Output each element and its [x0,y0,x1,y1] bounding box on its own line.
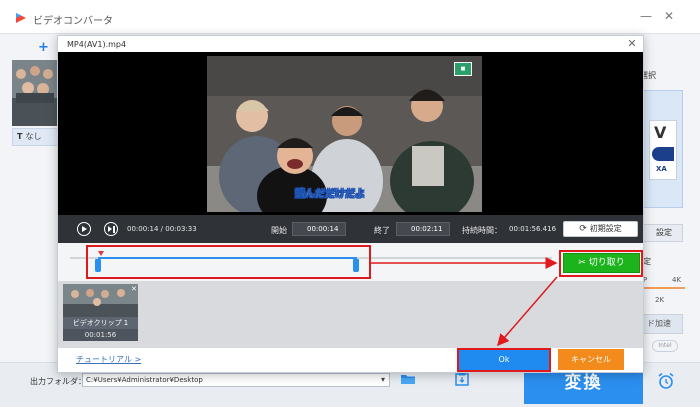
clips-area [58,281,643,348]
output-folder-label: 出力フォルダ： [30,377,86,386]
ok-highlight-box [457,348,551,372]
format-badge: V [654,123,667,142]
format-icon[interactable]: V XA [649,120,677,180]
open-folder-icon[interactable] [400,372,416,386]
reset-label: 初期設定 [589,224,622,233]
settings-label: 設定 [656,228,672,237]
cancel-button[interactable]: キャンセル [558,349,624,370]
remove-clip-icon[interactable]: ✕ [131,285,137,293]
duration-label: 持続時間： [462,226,502,235]
start-label: 開始 [271,226,287,235]
video-subtitle-overlay: 読んだだけだよ [295,189,365,200]
reset-button[interactable]: ⟳ 初期設定 [563,221,638,237]
duration-value: 00:01:56.416 [509,225,557,233]
bluray-disc-icon [652,147,674,161]
play-icon[interactable] [77,222,91,236]
end-time-input[interactable]: 00:02:11 [396,222,450,236]
chevron-down-icon[interactable]: ▾ [378,374,388,386]
minimize-icon[interactable]: — [639,9,653,23]
channel-logo: ■ [454,62,472,76]
time-readout: 00:00:14 / 00:03:33 [127,225,197,233]
cut-highlight-box [559,250,643,277]
gpu-chip[interactable]: Intel [652,340,678,352]
close-window-icon[interactable]: ✕ [662,9,676,23]
format-sub-label: XA [656,165,667,173]
alarm-clock-icon[interactable] [657,372,675,390]
quality-high-label: 4K [672,276,682,284]
output-folder-input[interactable]: C:¥Users¥Administrator¥Desktop [82,373,390,387]
settings-button[interactable]: 設定 [643,224,683,242]
close-icon[interactable]: ✕ [626,38,638,50]
hardware-accel-button[interactable]: ド加速 [643,314,683,334]
dialog-footer [58,348,643,372]
start-time-input[interactable]: 00:00:14 [292,222,346,236]
total-time: 00:03:33 [165,225,197,233]
app-logo-icon [16,13,26,23]
tutorial-link[interactable]: チュートリアル > [76,354,141,365]
subtitle-select[interactable]: T なし [12,128,58,146]
quality-value: 2K [655,296,665,304]
accel-label: ド加速 [647,319,671,328]
text-icon: T [17,132,23,141]
clip-thumbnail[interactable] [63,284,138,317]
quality-slider[interactable] [643,287,685,289]
app-title: ビデオコンバータ [33,16,113,27]
clip-name: ビデオクリップ 1 [63,317,138,329]
file-thumbnail[interactable] [12,60,58,126]
folder-export-icon[interactable] [455,372,469,386]
timeline-highlight-box [86,245,371,279]
current-time: 00:00:14 [127,225,159,233]
refresh-icon: ⟳ [579,224,587,234]
subtitle-value: なし [25,132,42,141]
step-forward-icon[interactable] [104,222,118,236]
quality-label: 定 [643,257,651,266]
clip-duration: 00:01:56 [63,329,138,341]
dialog-title: MP4(AV1).mp4 [67,40,127,49]
end-label: 終了 [374,226,390,235]
